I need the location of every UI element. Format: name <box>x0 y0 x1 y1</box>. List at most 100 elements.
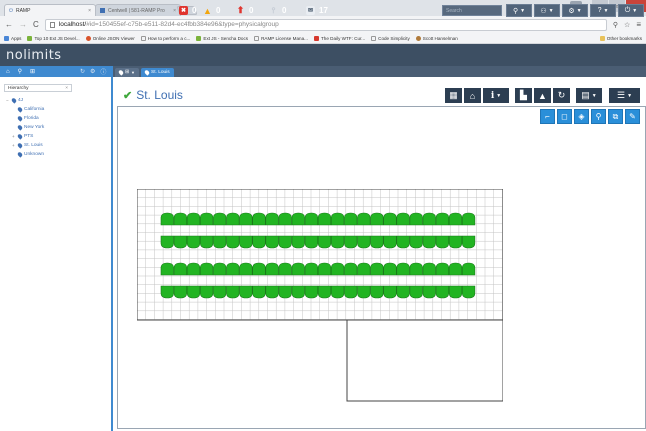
edit-button[interactable]: ✎ <box>625 109 640 124</box>
rack <box>200 285 214 299</box>
list-view-button[interactable]: ☰ ▼ <box>609 88 640 103</box>
tree-node[interactable]: Florida <box>6 114 44 123</box>
menu-icon[interactable]: ≡ <box>636 20 641 29</box>
location-pin-icon <box>143 69 151 76</box>
bookmark-item[interactable]: Top 10 Ext JS Devel... <box>27 35 80 41</box>
rack <box>357 262 371 276</box>
bookmark-item[interactable]: RAMP License Mana... <box>254 35 308 41</box>
rack <box>331 235 345 249</box>
zoom-box-button[interactable]: ◻ <box>557 109 572 124</box>
other-bookmarks[interactable]: Other bookmarks <box>599 35 642 41</box>
rack <box>344 235 358 249</box>
select-button[interactable]: ⌐ <box>540 109 555 124</box>
warning-count[interactable]: ▲ 0 <box>203 5 220 16</box>
bookmark-item[interactable]: Online JSON Viewer <box>85 35 135 41</box>
tab-close-icon[interactable]: × <box>173 8 176 14</box>
breadcrumb-root[interactable]: ⊞ ▼ <box>115 68 139 77</box>
error-count[interactable]: ✖ 0 <box>179 5 196 16</box>
rack <box>291 262 305 276</box>
settings-button[interactable]: ⚙ ▼ <box>562 4 588 17</box>
map-button[interactable]: ▦ <box>445 88 462 103</box>
breadcrumb-st-louis[interactable]: St. Louis <box>141 68 174 77</box>
home-button[interactable]: ⌂ <box>464 88 481 103</box>
rack <box>409 262 423 276</box>
home-icon[interactable]: ⌂ <box>6 69 10 75</box>
browser-tab-ramp[interactable]: ⏻ RAMP × <box>4 4 96 16</box>
calculator-icon: ▤ <box>581 90 590 100</box>
help-button[interactable]: ? ▼ <box>590 4 616 17</box>
rack <box>160 235 174 249</box>
reload-icon[interactable]: C <box>33 20 39 29</box>
back-icon[interactable]: ← <box>5 20 13 29</box>
expand-toggle-icon[interactable]: + <box>12 143 16 148</box>
floorplan-canvas[interactable]: ⌐ ◻ ◈ ⚲ ⧉ ✎ <box>117 106 646 429</box>
alert-count[interactable]: ⬆ 0 <box>236 5 254 16</box>
copy-button[interactable]: ⧉ <box>608 109 623 124</box>
zoom-icon[interactable]: ⚲ <box>613 21 618 29</box>
search-icon[interactable]: ⚲ <box>18 68 22 75</box>
user-menu-button[interactable]: ⚇ ▼ <box>534 4 560 17</box>
expand-toggle-icon[interactable]: + <box>12 134 16 139</box>
tree-node[interactable]: − 4J <box>6 96 44 105</box>
floor-plan[interactable] <box>137 189 503 403</box>
refresh-button[interactable]: ↻ <box>553 88 570 103</box>
rack <box>357 285 371 299</box>
calculator-button[interactable]: ▤ ▼ <box>576 88 602 103</box>
sitemap-icon: ⊞ <box>125 70 130 75</box>
star-icon[interactable]: ☆ <box>624 21 630 29</box>
rack <box>213 212 227 226</box>
gear-icon[interactable]: ⚙ <box>90 68 95 75</box>
refresh-icon[interactable]: ↻ <box>80 68 85 75</box>
temperature-count[interactable]: ⫯ 0 <box>269 5 287 16</box>
rack <box>239 262 253 276</box>
bookmark-item[interactable]: Code Simplicity <box>371 35 410 41</box>
message-count[interactable]: ✉ 17 <box>306 5 328 16</box>
floor-extension <box>346 320 503 402</box>
tree-node[interactable]: California <box>6 105 44 114</box>
info-button[interactable]: i ▼ <box>483 88 509 103</box>
tab-label: Centwell | 581-RAMP Pro <box>108 7 165 14</box>
url-field[interactable]: localhost/#id=150455ef-c75b-e511-82d4-ec… <box>44 18 607 31</box>
layers-button[interactable]: ◈ <box>574 109 589 124</box>
rack <box>344 262 358 276</box>
refresh-icon: ↻ <box>557 90 566 100</box>
sitemap-icon[interactable]: ⊞ <box>30 68 35 75</box>
location-pin-icon <box>117 69 125 76</box>
hierarchy-tab[interactable]: Hierarchy × <box>4 84 72 92</box>
bookmark-item[interactable]: Scott Hanselman <box>415 35 458 41</box>
zoom-button[interactable]: ⚲ <box>591 109 606 124</box>
rack <box>462 262 476 276</box>
browser-tab-centwell[interactable]: Centwell | 581-RAMP Pro × <box>95 4 181 16</box>
expand-toggle-icon[interactable]: − <box>6 98 10 103</box>
bookmark-apps[interactable]: Apps <box>4 35 21 41</box>
rack <box>448 285 463 299</box>
crop-icon: ⌐ <box>545 112 550 121</box>
location-pin-icon <box>16 124 24 131</box>
location-pin-icon <box>16 106 24 113</box>
bookmark-item[interactable]: Ext JS - Sencha Docs <box>196 35 248 41</box>
forward-icon[interactable]: → <box>19 20 27 29</box>
tab-close-icon[interactable]: × <box>88 8 91 14</box>
search-button[interactable]: ⚲ ▼ <box>506 4 532 17</box>
power-button[interactable]: ⏻ ▼ <box>618 4 644 17</box>
bookmark-icon <box>27 35 33 41</box>
bookmark-item[interactable]: How to perform a c... <box>140 35 190 41</box>
chevron-down-icon: ▼ <box>131 70 135 75</box>
chart-button[interactable]: ▙ <box>515 88 532 103</box>
tree-node[interactable]: + PTS <box>6 132 44 141</box>
bookmark-icon <box>85 35 91 41</box>
rack <box>278 262 292 276</box>
info-icon[interactable]: ⓘ <box>100 67 106 76</box>
floor-outline <box>137 189 503 321</box>
tree-node[interactable]: New York <box>6 123 44 132</box>
rack <box>357 235 371 249</box>
close-icon[interactable]: × <box>65 86 68 91</box>
rack <box>252 212 266 226</box>
bookmark-item[interactable]: The Daily WTF: Cur... <box>313 35 365 41</box>
search-input[interactable]: Search <box>442 5 502 16</box>
alert-button[interactable]: ▲ <box>534 88 551 103</box>
tree-node[interactable]: Unknown <box>6 150 44 159</box>
tree-node[interactable]: + St. Louis <box>6 141 44 150</box>
rack <box>435 235 449 249</box>
rack <box>186 262 201 276</box>
